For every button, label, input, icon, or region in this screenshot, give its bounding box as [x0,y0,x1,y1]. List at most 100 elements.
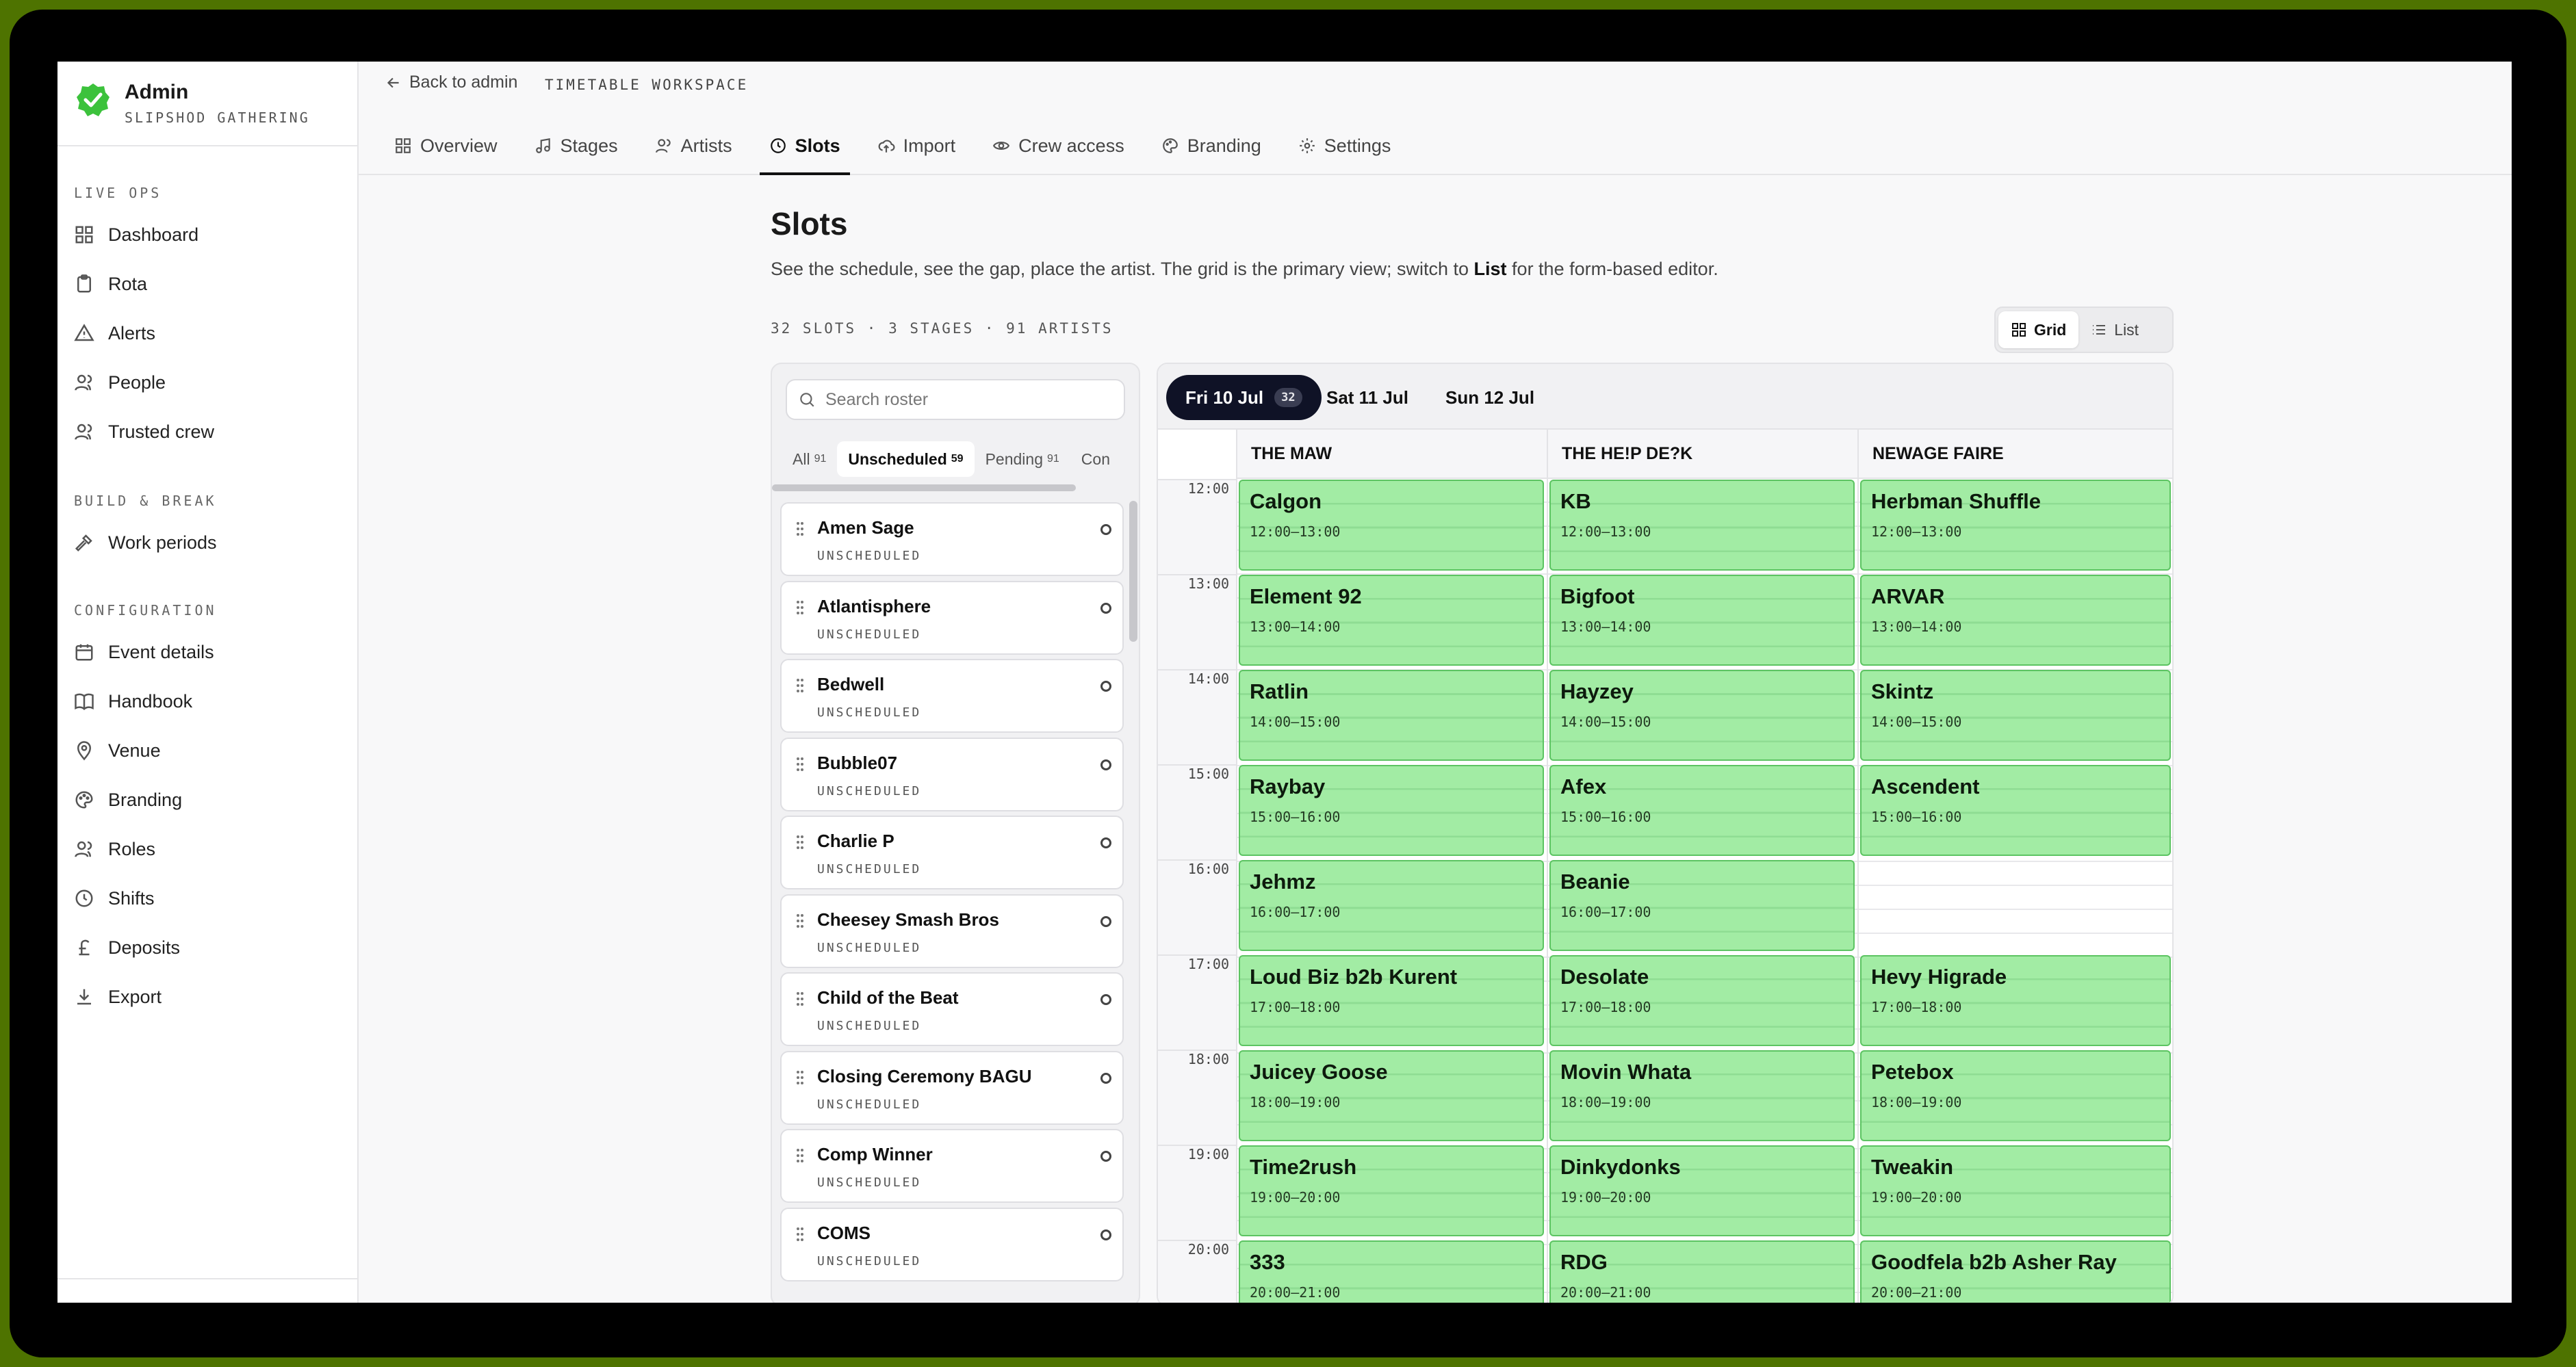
sidebar-item-branding[interactable]: Branding [74,780,342,820]
slot-block[interactable]: 333 20:00–21:00 [1239,1240,1544,1303]
day-tab-fri[interactable]: Fri 10 Jul 32 [1166,375,1322,420]
sidebar-item-roles[interactable]: Roles [74,829,342,869]
slot-stats: 32 SLOTS · 3 STAGES · 91 ARTISTS [771,320,1113,337]
roster-card[interactable]: Child of the Beat UNSCHEDULED [780,972,1124,1046]
drag-handle-icon[interactable] [795,833,805,851]
slot-block[interactable]: KB 12:00–13:00 [1549,480,1855,571]
sidebar-item-dashboard[interactable]: Dashboard [74,215,342,255]
tab-crew-access[interactable]: Crew access [983,119,1134,175]
hour-label: 20:00 [1187,1241,1229,1258]
slot-block[interactable]: Herbman Shuffle 12:00–13:00 [1860,480,2171,571]
filter-label: Pending [985,450,1043,468]
tab-slots[interactable]: Slots [759,119,850,175]
slot-block[interactable]: Hayzey 14:00–15:00 [1549,670,1855,761]
drag-handle-icon[interactable] [795,1069,805,1086]
slot-block[interactable]: Movin Whata 18:00–19:00 [1549,1050,1855,1141]
slot-block[interactable]: Dinkydonks 19:00–20:00 [1549,1145,1855,1236]
slot-time: 20:00–21:00 [1250,1284,1341,1301]
grid-icon [75,226,93,244]
slot-block[interactable]: Bigfoot 13:00–14:00 [1549,575,1855,666]
sidebar-item-label: Alerts [108,322,156,343]
slot-block[interactable]: Ascendent 15:00–16:00 [1860,765,2171,856]
status-circle-icon [1100,1229,1111,1240]
sidebar-item-handbook[interactable]: Handbook [74,681,342,721]
slot-block[interactable]: Tweakin 19:00–20:00 [1860,1145,2171,1236]
slot-block[interactable]: Element 92 13:00–14:00 [1239,575,1544,666]
list-view-button[interactable]: List [2078,311,2151,348]
sidebar-item-people[interactable]: People [74,363,342,402]
slot-block[interactable]: Skintz 14:00–15:00 [1860,670,2171,761]
sidebar-item-alerts[interactable]: Alerts [74,313,342,353]
drag-handle-icon[interactable] [795,755,805,773]
filter-all[interactable]: All 91 [782,441,837,477]
search-input[interactable]: Search roster [786,379,1125,420]
drag-handle-icon[interactable] [795,599,805,616]
roster-card[interactable]: Bedwell UNSCHEDULED [780,659,1124,733]
tab-branding[interactable]: Branding [1152,119,1271,175]
top-bar: Back to admin TIMETABLE WORKSPACE Overvi… [359,62,2512,175]
slot-block[interactable]: Desolate 17:00–18:00 [1549,955,1855,1046]
sidebar-item-venue[interactable]: Venue [74,731,342,770]
hour-label: 18:00 [1187,1051,1229,1067]
day-tab-sun[interactable]: Sun 12 Jul [1426,375,1554,420]
sidebar-item-trusted-crew[interactable]: Trusted crew [74,412,342,452]
roster-card[interactable]: COMS UNSCHEDULED [780,1207,1124,1281]
slot-block[interactable]: Time2rush 19:00–20:00 [1239,1145,1544,1236]
slot-block[interactable]: ARVAR 13:00–14:00 [1860,575,2171,666]
roster-card[interactable]: Comp Winner UNSCHEDULED [780,1129,1124,1203]
sidebar-item-rota[interactable]: Rota [74,264,342,304]
drag-handle-icon[interactable] [795,990,805,1008]
map-pin-icon [77,741,92,761]
day-tab-sat[interactable]: Sat 11 Jul [1307,375,1428,420]
slot-block[interactable]: RDG 20:00–21:00 [1549,1240,1855,1303]
users-icon [75,841,92,857]
timetable-grid: Fri 10 Jul 32 Sat 11 Jul Sun 12 Jul 12:0… [1157,363,2174,1303]
drag-handle-icon[interactable] [795,520,805,538]
grid-view-button[interactable]: Grid [1998,311,2079,348]
slot-artist: Jehmz [1250,870,1316,894]
roster-card[interactable]: Charlie P UNSCHEDULED [780,816,1124,889]
grid-icon [2012,323,2026,337]
drag-handle-icon[interactable] [795,912,805,930]
filter-confirmed[interactable]: Con [1070,441,1121,477]
tab-overview[interactable]: Overview [385,119,507,175]
slot-block[interactable]: Afex 15:00–16:00 [1549,765,1855,856]
sidebar-item-event-details[interactable]: Event details [74,632,342,672]
slot-block[interactable]: Juicey Goose 18:00–19:00 [1239,1050,1544,1141]
download-icon [77,989,91,1005]
tab-stages[interactable]: Stages [525,119,628,175]
palette-icon [75,791,93,809]
sidebar-item-work-periods[interactable]: Work periods [74,523,342,562]
sidebar-item-deposits[interactable]: Deposits [74,928,342,967]
slot-block[interactable]: Calgon 12:00–13:00 [1239,480,1544,571]
roster-card[interactable]: Bubble07 UNSCHEDULED [780,737,1124,811]
filter-unscheduled[interactable]: Unscheduled 59 [837,441,975,477]
drag-handle-icon[interactable] [795,1147,805,1164]
filter-pending[interactable]: Pending 91 [975,441,1070,477]
drag-handle-icon[interactable] [795,677,805,694]
slot-block[interactable]: Beanie 16:00–17:00 [1549,860,1855,951]
slot-block[interactable]: Raybay 15:00–16:00 [1239,765,1544,856]
roster-card[interactable]: Atlantisphere UNSCHEDULED [780,580,1124,655]
drag-handle-icon[interactable] [795,1225,805,1243]
slot-block[interactable]: Jehmz 16:00–17:00 [1239,860,1544,951]
brand-header[interactable]: Admin SLIPSHOD GATHERING [57,62,359,146]
roster-card[interactable]: Closing Ceremony BAGU UNSCHEDULED [780,1050,1124,1125]
tab-import[interactable]: Import [868,119,966,175]
slot-block[interactable]: Loud Biz b2b Kurent 17:00–18:00 [1239,955,1544,1046]
filters-scrollbar[interactable] [772,484,1076,491]
roster-card[interactable]: Amen Sage UNSCHEDULED [780,502,1124,576]
roster-scrollbar[interactable] [1129,501,1137,642]
tab-artists[interactable]: Artists [645,119,742,175]
slot-block[interactable]: Petebox 18:00–19:00 [1860,1050,2171,1141]
roster-card[interactable]: Cheesey Smash Bros UNSCHEDULED [780,894,1124,968]
sidebar-item-shifts[interactable]: Shifts [74,878,342,918]
slot-block[interactable]: Hevy Higrade 17:00–18:00 [1860,955,2171,1046]
slot-block[interactable]: Ratlin 14:00–15:00 [1239,670,1544,761]
slot-time: 20:00–21:00 [1560,1284,1651,1301]
slot-block[interactable]: Goodfela b2b Asher Ray 20:00–21:00 [1860,1240,2171,1303]
sidebar-item-export[interactable]: Export [74,977,342,1017]
status-circle-icon [1100,524,1111,535]
tab-settings[interactable]: Settings [1289,119,1401,175]
back-to-admin-link[interactable]: Back to admin [385,73,517,92]
